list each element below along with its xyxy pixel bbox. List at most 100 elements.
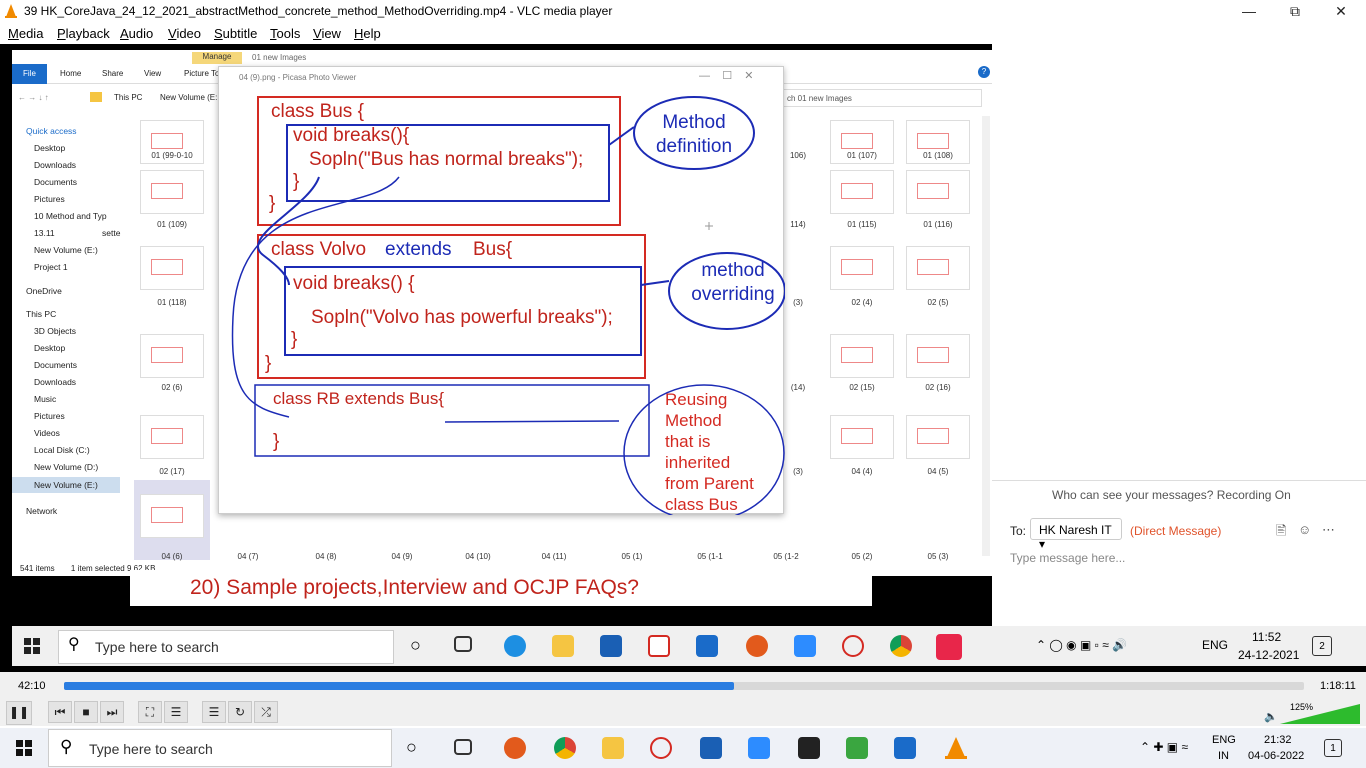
divider <box>992 480 1366 481</box>
menu-playback[interactable]: Playback <box>57 26 110 41</box>
nav-new-volume-e: New Volume (E:) <box>34 245 98 255</box>
outer-lang-1: ENG <box>1212 734 1236 746</box>
video-area[interactable]: Manage 01 new Images File Home Share Vie… <box>0 44 1366 672</box>
shuffle-button[interactable]: ⤮ <box>254 701 278 723</box>
code-close-brace: } <box>293 171 300 192</box>
tray-icons[interactable]: ⌃ ✚ ▣ ≈ <box>1140 740 1188 754</box>
windows-start-icon[interactable] <box>16 740 32 756</box>
thumbnail-label: 04 (10) <box>465 552 491 561</box>
menu-help[interactable]: Help <box>354 26 381 41</box>
photos-icon[interactable] <box>894 737 916 759</box>
snip-icon[interactable] <box>650 737 672 759</box>
outer-search-box[interactable]: Type here to search <box>48 729 392 767</box>
menu-video[interactable]: Video <box>168 26 201 41</box>
recipient-name: HK Naresh IT <box>1039 523 1112 537</box>
nav-sette: sette <box>102 228 121 238</box>
code-void-breaks-2: void breaks() { <box>293 273 415 294</box>
path-this-pc: This PC <box>114 93 143 102</box>
sticky-notes-icon[interactable] <box>798 737 820 759</box>
edge-icon <box>504 635 526 657</box>
seek-slider[interactable] <box>64 682 1304 690</box>
thumbnail <box>906 415 970 459</box>
paint-icon[interactable] <box>846 737 868 759</box>
notification-badge[interactable]: 1 <box>1324 739 1342 757</box>
recorder-icon[interactable] <box>504 737 526 759</box>
note-method-overriding: method overriding <box>675 259 791 307</box>
nav-project-1: Project 1 <box>34 262 68 272</box>
windows-start-icon <box>24 638 40 654</box>
thumbnail-label: 02 (16) <box>925 383 951 392</box>
thumbnail-label: 01 (118) <box>157 298 187 307</box>
thumbnail-label: 01 (99-0-10 <box>151 151 193 160</box>
cortana-icon[interactable]: ○ <box>406 737 417 758</box>
fullscreen-button[interactable]: ⛶ <box>138 701 162 723</box>
vlc-title-bar: 39 HK_CoreJava_24_12_2021_abstractMethod… <box>0 0 1366 23</box>
recorder-icon <box>746 635 768 657</box>
store-icon[interactable] <box>700 737 722 759</box>
recipient-dropdown[interactable]: HK Naresh IT ▾ <box>1030 518 1122 551</box>
pause-button[interactable]: ❚❚ <box>6 701 32 725</box>
speaker-icon[interactable]: 🔈 <box>1264 710 1278 723</box>
snip-icon <box>842 635 864 657</box>
nav-new-volume-d: New Volume (D:) <box>34 462 99 472</box>
menu-bar: Media Playback Audio Video Subtitle Tool… <box>0 23 1366 44</box>
next-button[interactable]: ⏭ <box>100 701 124 723</box>
nav-3d-objects: 3D Objects <box>34 326 77 336</box>
menu-audio[interactable]: Audio <box>120 26 153 41</box>
previous-button[interactable]: ⏮ <box>48 701 72 723</box>
thumbnail-label: 02 (17) <box>159 467 185 476</box>
note-line: overriding <box>691 283 775 305</box>
nav-pictures: Pictures <box>34 194 65 204</box>
vlc-taskbar-icon[interactable] <box>944 736 968 760</box>
message-input[interactable]: Type message here... <box>1010 551 1125 565</box>
thumbnail-label: 02 (5) <box>927 298 949 307</box>
close-button[interactable]: ✕ <box>1326 2 1356 20</box>
thumbnail <box>830 334 894 378</box>
thumbnail <box>906 246 970 290</box>
thumbnail <box>830 246 894 290</box>
caption-text: 20) Sample projects,Interview and OCJP F… <box>190 576 639 599</box>
thumbnail <box>140 170 204 214</box>
chrome-icon <box>890 635 912 657</box>
zoom-icon[interactable] <box>748 737 770 759</box>
back-icon: ← → ↓ ↑ <box>18 93 49 102</box>
explorer-scrollbar <box>982 116 990 556</box>
zoom-icon <box>794 635 816 657</box>
task-view-icon[interactable] <box>454 739 472 755</box>
store-icon <box>600 635 622 657</box>
restore-button[interactable]: ⧉ <box>1280 2 1310 20</box>
chrome-icon[interactable] <box>554 737 576 759</box>
outer-lang-2: IN <box>1218 750 1229 762</box>
playlist-button[interactable]: ☰ <box>202 701 226 723</box>
more-icon[interactable]: ⋯ <box>1322 522 1335 538</box>
menu-tools[interactable]: Tools <box>270 26 300 41</box>
nav-downloads: Downloads <box>34 160 77 170</box>
code-close-brace: } <box>269 193 276 214</box>
emoji-icon[interactable]: ☺ <box>1298 522 1311 537</box>
code-sopln-bus: Sopln("Bus has normal breaks"); <box>309 149 584 170</box>
note-reusing-method: Reusing Method that is inherited from Pa… <box>665 389 775 515</box>
menu-media[interactable]: Media <box>8 26 43 41</box>
nav-this-pc: This PC <box>26 309 57 319</box>
thumbnail <box>140 494 204 538</box>
outer-time: 21:32 <box>1264 734 1292 746</box>
menu-view[interactable]: View <box>313 26 341 41</box>
file-icon[interactable]: 🖹 <box>1276 522 1286 544</box>
search-icon: ⚲ <box>60 737 73 756</box>
inner-taskbar: Type here to search ⚲ ○ ⌃ ◯ ◉ ▣ ▫ ≈ 🔊 EN… <box>12 626 1366 666</box>
menu-subtitle[interactable]: Subtitle <box>214 26 257 41</box>
note-line: definition <box>655 135 733 157</box>
nav-videos: Videos <box>34 428 60 438</box>
status-items: 541 items <box>20 564 55 573</box>
extended-settings-button[interactable]: ☰ <box>164 701 188 723</box>
explorer-icon[interactable] <box>602 737 624 759</box>
nav-desktop: Desktop <box>34 143 66 153</box>
thumbnail <box>830 415 894 459</box>
loop-button[interactable]: ↻ <box>228 701 252 723</box>
mail-icon <box>696 635 718 657</box>
stop-button[interactable]: ■ <box>74 701 98 723</box>
to-label: To: <box>1010 524 1027 538</box>
outer-search-text: Type here to search <box>89 741 213 757</box>
minimize-button[interactable]: — <box>1234 2 1264 20</box>
ribbon-picture-tools: Picture To <box>184 69 220 78</box>
